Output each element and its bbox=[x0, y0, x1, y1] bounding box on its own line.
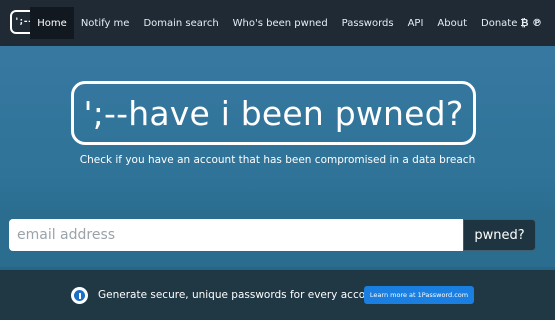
pwned-search-button[interactable]: pwned? bbox=[463, 219, 536, 251]
nav-whos-been-pwned[interactable]: Who's been pwned bbox=[226, 7, 335, 39]
nav-api[interactable]: API bbox=[401, 7, 431, 39]
nav-notify-me[interactable]: Notify me bbox=[74, 7, 137, 39]
1password-icon bbox=[71, 287, 88, 304]
page-title: ';--have i been pwned? bbox=[83, 93, 464, 133]
nav-menu: Home Notify me Domain search Who's been … bbox=[30, 7, 549, 39]
nav-domain-search[interactable]: Domain search bbox=[136, 7, 225, 39]
nav-passwords[interactable]: Passwords bbox=[335, 7, 401, 39]
search-form: pwned? bbox=[0, 210, 555, 267]
tagline: Check if you have an account that has be… bbox=[79, 154, 476, 166]
nav-donate[interactable]: Donate ₿ ℗ bbox=[474, 7, 549, 39]
nav-donate-label: Donate bbox=[481, 17, 518, 29]
nav-home[interactable]: Home bbox=[30, 7, 74, 39]
hero-title-box: ';--have i been pwned? bbox=[71, 81, 476, 145]
promo-banner: Generate secure, unique passwords for ev… bbox=[0, 270, 555, 320]
nav-about[interactable]: About bbox=[430, 7, 474, 39]
promo-text: Generate secure, unique passwords for ev… bbox=[98, 289, 383, 301]
learn-more-button[interactable]: Learn more at 1Password.com bbox=[364, 286, 474, 304]
email-search-input[interactable] bbox=[9, 219, 463, 251]
top-navbar: ';-- Home Notify me Domain search Who's … bbox=[0, 0, 555, 46]
crypto-donate-icon: ₿ ℗ bbox=[520, 17, 542, 29]
